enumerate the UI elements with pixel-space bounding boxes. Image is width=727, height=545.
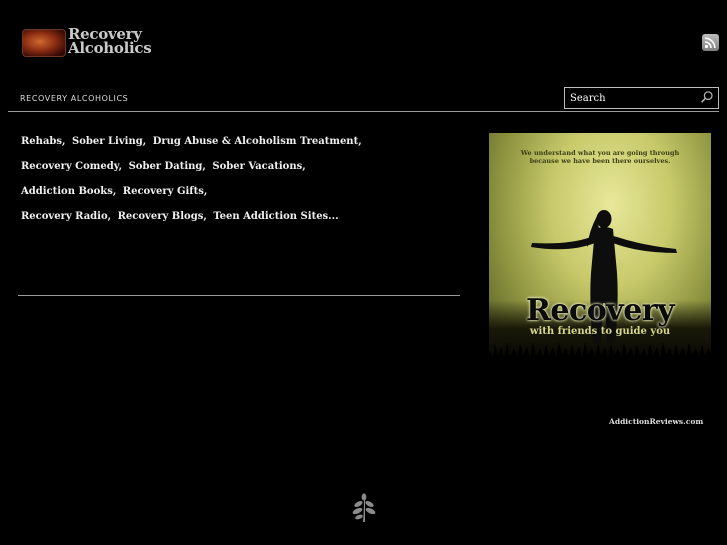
banner-tagline-line-1: We understand what you are going through xyxy=(520,149,680,157)
site-logo[interactable]: Recovery Alcoholics xyxy=(22,27,164,58)
logo-line-2: Alcoholics xyxy=(68,39,152,57)
link-recovery-comedy[interactable]: Recovery Comedy, xyxy=(21,161,122,172)
header-divider xyxy=(8,111,719,112)
content-divider xyxy=(18,295,460,296)
link-sober-dating[interactable]: Sober Dating, xyxy=(129,161,206,172)
link-rehabs[interactable]: Rehabs, xyxy=(21,136,66,147)
link-drug-abuse-alcoholism-treatment[interactable]: Drug Abuse & Alcoholism Treatment, xyxy=(153,136,362,147)
link-recovery-radio[interactable]: Recovery Radio, xyxy=(21,211,111,222)
banner-tagline-line-2: because we have been there ourselves. xyxy=(529,157,671,165)
link-row: Rehabs, Sober Living, Drug Abuse & Alcoh… xyxy=(21,129,451,154)
search-icon[interactable] xyxy=(700,90,714,104)
link-recovery-gifts[interactable]: Recovery Gifts, xyxy=(123,186,208,197)
search-form xyxy=(564,87,719,109)
rss-icon[interactable] xyxy=(702,34,719,51)
search-input[interactable] xyxy=(565,88,695,108)
leaf-icon xyxy=(352,493,376,522)
site-title-link[interactable]: RECOVERY ALCOHOLICS xyxy=(20,94,128,103)
logo-text: Recovery Alcoholics xyxy=(68,27,152,57)
link-sober-vacations[interactable]: Sober Vacations, xyxy=(212,161,305,172)
banner-credit-link[interactable]: AddictionReviews.com xyxy=(609,417,703,426)
link-teen-addiction-sites[interactable]: Teen Addiction Sites... xyxy=(213,211,338,222)
grass-silhouette xyxy=(489,342,711,370)
recovery-banner-ad[interactable]: We understand what you are going through… xyxy=(489,133,711,370)
category-links: Rehabs, Sober Living, Drug Abuse & Alcoh… xyxy=(21,129,451,229)
link-sober-living[interactable]: Sober Living, xyxy=(72,136,146,147)
banner-headline: Recovery xyxy=(525,293,675,328)
link-row: Recovery Radio, Recovery Blogs, Teen Add… xyxy=(21,204,451,229)
link-row: Recovery Comedy, Sober Dating, Sober Vac… xyxy=(21,154,451,179)
banner-tagline: We understand what you are going through… xyxy=(489,149,711,165)
link-addiction-books[interactable]: Addiction Books, xyxy=(21,186,116,197)
link-recovery-blogs[interactable]: Recovery Blogs, xyxy=(118,211,207,222)
logo-mark xyxy=(22,29,66,57)
link-row: Addiction Books, Recovery Gifts, xyxy=(21,179,451,204)
